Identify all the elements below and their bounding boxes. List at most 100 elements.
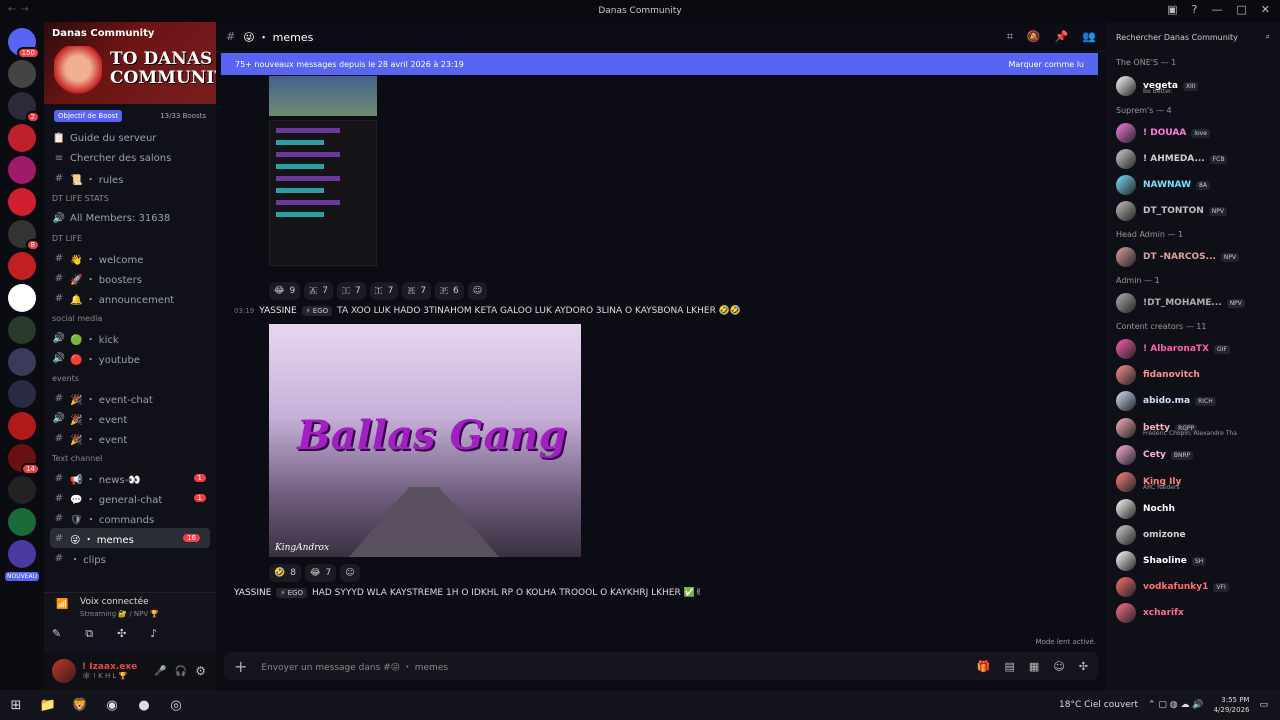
screen-share-icon[interactable]: ⧉ [85,627,93,641]
camera-icon[interactable]: ✎ [52,627,61,641]
avatar[interactable] [1116,603,1136,623]
members-toggle-icon[interactable]: 👥 [1082,30,1096,44]
channel-item[interactable]: # ・ clips [44,548,216,568]
server-banner[interactable]: Danas Community TO DANAS COMMUNITY [44,22,216,104]
gif-icon[interactable]: ▤ [1005,660,1015,673]
channel-item[interactable]: 🔊 🔴 ・ youtube [44,348,216,368]
server-icon[interactable] [8,540,36,568]
voice-sub[interactable]: Streaming 🔐 / NPV 🏆 [80,610,159,618]
member-item[interactable]: Nochh [1106,496,1280,522]
avatar[interactable] [1116,472,1136,492]
search-input[interactable]: Rechercher Danas Community ⌕ [1106,22,1280,52]
channel-category[interactable]: events [44,368,216,388]
avatar[interactable] [1116,201,1136,221]
reaction[interactable]: 🇹 7 [369,282,399,300]
member-item[interactable]: ! DOUAA love [1106,120,1280,146]
sidebar-link[interactable]: 📋 Guide du serveur [44,128,216,148]
server-icon[interactable] [8,188,36,216]
member-item[interactable]: betty RGPP Frédéric Chopin, Alexandre Tha [1106,414,1280,442]
channel-item[interactable]: # 💬 ・ general-chat 1 [44,488,216,508]
server-icon[interactable]: 150 [8,28,40,59]
member-item[interactable]: Cety BNRP [1106,442,1280,468]
member-item[interactable]: xcharifx [1106,600,1280,626]
message-input[interactable]: + Envoyer un message dans #😜 ・ memes 🎁 ▤… [224,652,1098,680]
channel-category[interactable]: DT LIFE STATS [44,188,216,208]
server-name[interactable]: Danas Community [52,28,154,39]
reaction[interactable]: 🇵 6 [435,282,464,300]
channel-category[interactable]: social media [44,308,216,328]
channel-item[interactable]: # 😜 ・ memes 16 [50,528,210,548]
channel-item[interactable]: # 🛡 ・ commands [44,508,216,528]
brave-icon[interactable]: 🦁 [64,698,96,713]
channel-item[interactable]: # 📢 ・ news-👀 1 [44,468,216,488]
app-icon[interactable]: ◎ [160,698,192,713]
member-item[interactable]: vegeta XIII Be Better. [1106,72,1280,100]
avatar[interactable] [1116,149,1136,169]
server-icon[interactable]: 2 [8,92,40,123]
reaction[interactable]: 😂 7 [304,564,337,582]
avatar[interactable] [1116,123,1136,143]
reaction[interactable]: 🇦 7 [304,282,333,300]
avatar[interactable] [1116,499,1136,519]
reaction[interactable]: 🇷 7 [402,282,432,300]
avatar[interactable] [1116,247,1136,267]
settings-gear-icon[interactable]: ⚙ [195,664,206,678]
channel-item[interactable]: # 🎉 ・ event-chat [44,388,216,408]
server-icon[interactable] [8,508,36,536]
boost-goal[interactable]: Objectif de Boost [54,110,123,122]
member-item[interactable]: omizone [1106,522,1280,548]
nav-arrows-icon[interactable]: ←→ [8,4,33,15]
member-item[interactable]: abido.ma RICH [1106,388,1280,414]
reaction[interactable]: 🤣 8 [269,564,301,582]
avatar[interactable] [1116,175,1136,195]
message-author[interactable]: YASSINE [259,306,296,316]
server-icon[interactable] [8,156,36,184]
maximize-button[interactable]: □ [1236,3,1246,16]
channel-item[interactable]: 🔊 All Members: 31638 [44,208,216,228]
pin-icon[interactable]: 📌 [1055,30,1069,44]
member-item[interactable]: King Ily ARC Raiders [1106,468,1280,496]
sidebar-link[interactable]: ≡ Chercher des salons [44,148,216,168]
sticker-icon[interactable]: ▦ [1029,660,1039,673]
server-icon[interactable]: 8 [8,220,40,251]
server-icon[interactable] [8,60,36,88]
channel-item[interactable]: # 🔔 ・ announcement [44,288,216,308]
mute-channel-icon[interactable]: 🔕 [1027,30,1041,44]
activity-icon[interactable]: ✣ [117,627,126,641]
help-icon[interactable]: ? [1192,3,1198,16]
attached-image[interactable]: Ballas Gang KingAndrox [269,324,581,557]
avatar[interactable] [1116,365,1136,385]
mark-read-button[interactable]: Marquer comme lu [1009,60,1085,69]
gift-icon[interactable]: 🎁 [977,660,991,673]
channel-item[interactable]: 🔊 🎉 ・ event [44,408,216,428]
avatar[interactable] [1116,76,1136,96]
channel-item[interactable]: # 📜 ・ rules [44,168,216,188]
member-item[interactable]: DT -NARCOS... NPV [1106,244,1280,270]
spotify-icon[interactable]: ● [128,698,160,713]
member-item[interactable]: ! AlbaronaTX GIF [1106,336,1280,362]
member-item[interactable]: Shaoline SH [1106,548,1280,574]
minimize-button[interactable]: — [1211,3,1222,16]
reaction[interactable]: 😂 9 [269,282,301,300]
threads-icon[interactable]: ⌗ [1007,30,1013,44]
server-icon[interactable] [8,316,36,344]
avatar[interactable] [1116,525,1136,545]
member-item[interactable]: NAWNAW 8A [1106,172,1280,198]
message-input-placeholder[interactable]: Envoyer un message dans #😜 ・ memes [261,660,448,673]
add-reaction-icon[interactable]: ☺ [467,282,488,300]
avatar[interactable] [1116,445,1136,465]
server-icon[interactable] [8,380,36,408]
tray-icons[interactable]: ⌃ ▢ ◍ ☁ 🔊 [1148,700,1204,710]
member-item[interactable]: DT_TONTON NPV [1106,198,1280,224]
file-explorer-icon[interactable]: 📁 [32,698,64,713]
server-icon[interactable]: 14 [8,444,40,475]
reaction[interactable]: 🇮 7 [336,282,366,300]
weather[interactable]: 18°C Ciel couvert [1059,700,1138,710]
message-author[interactable]: YASSINE [234,588,271,598]
avatar[interactable] [1116,293,1136,313]
server-icon[interactable] [8,348,36,376]
member-item[interactable]: fidanovitch [1106,362,1280,388]
channel-category[interactable]: DT LIFE [44,228,216,248]
member-item[interactable]: vodkafunky1 VFI [1106,574,1280,600]
attached-screenshot[interactable] [269,76,377,116]
